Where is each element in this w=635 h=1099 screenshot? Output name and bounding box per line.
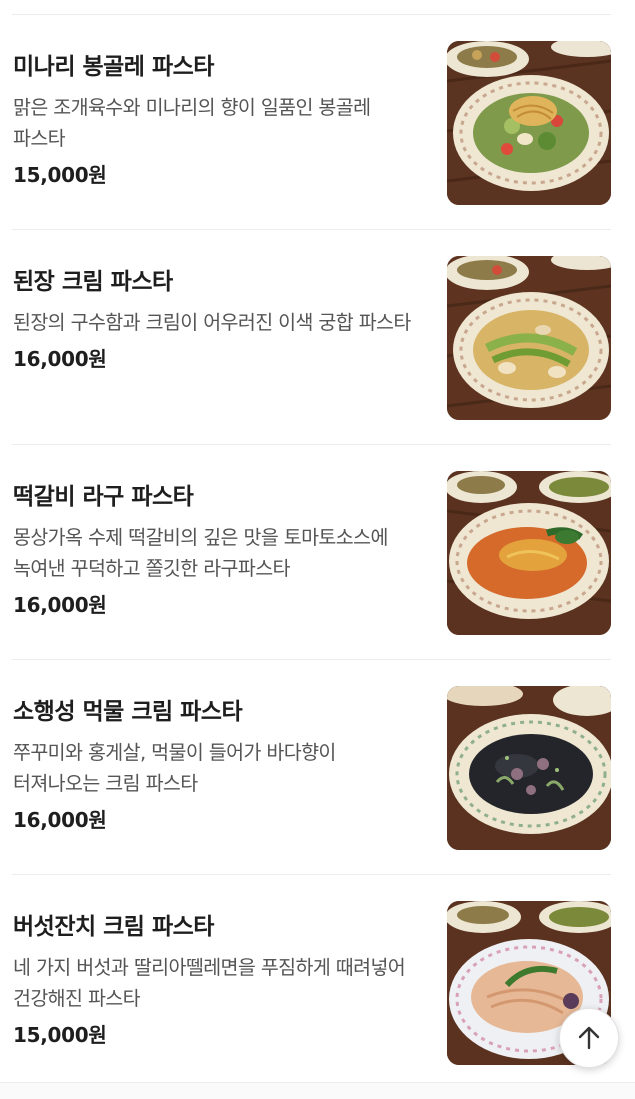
menu-item-text: 버섯잔치 크림 파스타 네 가지 버섯과 딸리아뗄레면을 푸짐하게 때려넣어 건… [13,911,425,1050]
menu-item-name: 버섯잔치 크림 파스타 [13,914,214,940]
menu-item-name: 떡갈비 라구 파스타 [13,484,194,510]
menu-item-description: 쭈꾸미와 홍게살, 먹물이 들어가 바다향이 터져나오는 크림 파스타 [13,741,336,795]
menu-item-price: 15,000원 [13,163,107,187]
menu-item-name: 미나리 봉골레 파스타 [13,54,214,80]
menu-item[interactable]: 된장 크림 파스타 된장의 구수함과 크림이 어우러진 이색 궁합 파스타 16… [12,230,611,445]
bottom-bar [0,1082,635,1099]
menu-item-text: 된장 크림 파스타 된장의 구수함과 크림이 어우러진 이색 궁합 파스타 16… [13,266,425,374]
menu-item[interactable]: 떡갈비 라구 파스타 몽상가옥 수제 떡갈비의 깊은 맛을 토마토소스에 녹여낸… [12,445,611,660]
scroll-to-top-button[interactable] [559,1008,619,1068]
menu-item-description: 된장의 구수함과 크림이 어우러진 이색 궁합 파스타 [13,311,411,334]
menu-item-photo[interactable] [447,41,611,205]
menu-item-price: 16,000원 [13,593,107,617]
menu-item-name: 소행성 먹물 크림 파스타 [13,699,243,725]
menu-page: 미나리 봉골레 파스타 맑은 조개육수와 미나리의 향이 일품인 봉골레 파스타… [0,0,635,1099]
menu-item-photo[interactable] [447,471,611,635]
menu-item-name: 된장 크림 파스타 [13,269,173,295]
menu-item[interactable]: 미나리 봉골레 파스타 맑은 조개육수와 미나리의 향이 일품인 봉골레 파스타… [12,15,611,230]
menu-item-price: 16,000원 [13,347,107,371]
arrow-up-icon [578,1026,600,1050]
menu-item-price: 15,000원 [13,1023,107,1047]
menu-item[interactable]: 소행성 먹물 크림 파스타 쭈꾸미와 홍게살, 먹물이 들어가 바다향이 터져나… [12,660,611,875]
menu-item-photo[interactable] [447,686,611,850]
menu-item-description: 몽상가옥 수제 떡갈비의 깊은 맛을 토마토소스에 녹여낸 꾸덕하고 쫄깃한 라… [13,526,388,580]
menu-list: 미나리 봉골레 파스타 맑은 조개육수와 미나리의 향이 일품인 봉골레 파스타… [0,15,635,1090]
menu-item-text: 떡갈비 라구 파스타 몽상가옥 수제 떡갈비의 깊은 맛을 토마토소스에 녹여낸… [13,481,425,620]
menu-item-price: 16,000원 [13,808,107,832]
menu-item-description: 맑은 조개육수와 미나리의 향이 일품인 봉골레 파스타 [13,96,371,150]
menu-item-photo[interactable] [447,256,611,420]
menu-item-text: 소행성 먹물 크림 파스타 쭈꾸미와 홍게살, 먹물이 들어가 바다향이 터져나… [13,696,425,835]
menu-item-description: 네 가지 버섯과 딸리아뗄레면을 푸짐하게 때려넣어 건강해진 파스타 [13,956,406,1010]
menu-item-text: 미나리 봉골레 파스타 맑은 조개육수와 미나리의 향이 일품인 봉골레 파스타… [13,51,425,190]
menu-item[interactable]: 버섯잔치 크림 파스타 네 가지 버섯과 딸리아뗄레면을 푸짐하게 때려넣어 건… [12,875,611,1090]
